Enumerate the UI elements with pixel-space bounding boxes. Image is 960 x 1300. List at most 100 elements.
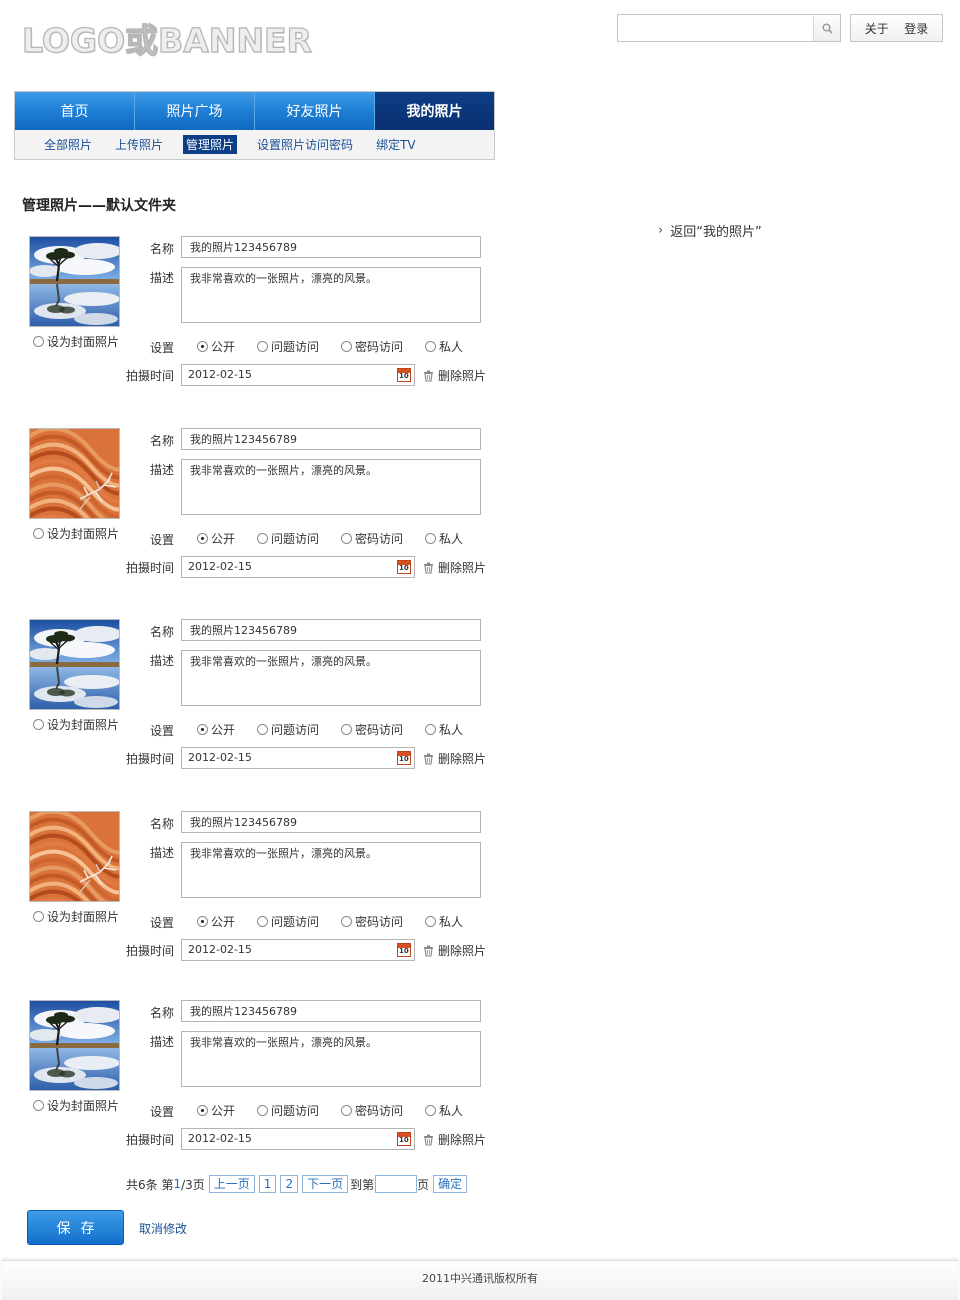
photo-thumbnail[interactable] — [29, 428, 120, 519]
visibility-public[interactable]: 公开 — [197, 721, 235, 738]
radio-question[interactable] — [257, 916, 269, 927]
subtab-manage-photos[interactable]: 管理照片 — [183, 135, 238, 154]
radio-public[interactable] — [197, 533, 208, 544]
calendar-icon[interactable]: 10 — [397, 943, 411, 957]
delete-photo-button[interactable]: 删除照片 — [423, 750, 486, 767]
radio-public[interactable] — [197, 1105, 208, 1116]
visibility-question[interactable]: 问题访问 — [257, 338, 319, 355]
visibility-password[interactable]: 密码访问 — [341, 1102, 403, 1119]
cover-radio[interactable] — [33, 911, 44, 922]
visibility-question[interactable]: 问题访问 — [257, 1102, 319, 1119]
visibility-question[interactable]: 问题访问 — [257, 721, 319, 738]
radio-question[interactable] — [257, 724, 269, 735]
cover-radio[interactable] — [33, 336, 44, 347]
photo-thumbnail[interactable] — [29, 1000, 120, 1091]
tab-home[interactable]: 首页 — [15, 92, 135, 130]
visibility-public[interactable]: 公开 — [197, 530, 235, 547]
radio-public[interactable] — [197, 341, 208, 352]
visibility-password[interactable]: 密码访问 — [341, 338, 403, 355]
calendar-icon[interactable]: 10 — [397, 1132, 411, 1146]
date-field[interactable]: 2012-02-15 10 — [181, 1128, 415, 1150]
visibility-password[interactable]: 密码访问 — [341, 530, 403, 547]
search-button[interactable] — [813, 15, 840, 41]
calendar-icon[interactable]: 10 — [397, 560, 411, 574]
delete-photo-button[interactable]: 删除照片 — [423, 942, 486, 959]
save-button[interactable]: 保存 — [27, 1210, 124, 1245]
about-link[interactable]: 关于 — [865, 20, 889, 37]
photo-desc-textarea[interactable]: 我非常喜欢的一张照片，漂亮的风景。 — [181, 1031, 481, 1087]
radio-question[interactable] — [257, 341, 269, 352]
photo-name-input[interactable] — [181, 236, 481, 258]
tab-my-photos[interactable]: 我的照片 — [375, 92, 494, 130]
delete-photo-button[interactable]: 删除照片 — [423, 1131, 486, 1148]
radio-question[interactable] — [257, 1105, 269, 1116]
photo-desc-textarea[interactable]: 我非常喜欢的一张照片，漂亮的风景。 — [181, 459, 481, 515]
goto-page-input[interactable] — [375, 1175, 418, 1193]
photo-thumbnail[interactable] — [29, 619, 120, 710]
photo-name-input[interactable] — [181, 1000, 481, 1022]
date-field[interactable]: 2012-02-15 10 — [181, 747, 415, 769]
radio-private[interactable] — [425, 724, 437, 735]
tab-friend-photos[interactable]: 好友照片 — [255, 92, 375, 130]
visibility-private[interactable]: 私人 — [425, 913, 463, 930]
visibility-private[interactable]: 私人 — [425, 1102, 463, 1119]
photo-name-input[interactable] — [181, 619, 481, 641]
delete-photo-button[interactable]: 删除照片 — [423, 559, 486, 576]
set-cover-option[interactable]: 设为封面照片 — [33, 908, 119, 925]
visibility-private[interactable]: 私人 — [425, 721, 463, 738]
page-2-button[interactable]: 2 — [280, 1175, 299, 1193]
subtab-bind-tv[interactable]: 绑定TV — [373, 135, 419, 154]
search-input[interactable] — [618, 15, 813, 41]
radio-password[interactable] — [341, 724, 353, 735]
visibility-public[interactable]: 公开 — [197, 338, 235, 355]
radio-password[interactable] — [341, 916, 353, 927]
cover-radio[interactable] — [33, 1100, 44, 1111]
photo-desc-textarea[interactable]: 我非常喜欢的一张照片，漂亮的风景。 — [181, 267, 481, 323]
subtab-access-password[interactable]: 设置照片访问密码 — [254, 135, 356, 154]
photo-desc-textarea[interactable]: 我非常喜欢的一张照片，漂亮的风景。 — [181, 650, 481, 706]
goto-confirm-button[interactable]: 确定 — [433, 1175, 468, 1193]
calendar-icon[interactable]: 10 — [397, 368, 411, 382]
tab-photo-plaza[interactable]: 照片广场 — [135, 92, 255, 130]
page-1-button[interactable]: 1 — [258, 1175, 277, 1193]
radio-password[interactable] — [341, 533, 353, 544]
photo-name-input[interactable] — [181, 811, 481, 833]
date-field[interactable]: 2012-02-15 10 — [181, 364, 415, 386]
radio-private[interactable] — [425, 1105, 437, 1116]
visibility-question[interactable]: 问题访问 — [257, 530, 319, 547]
set-cover-option[interactable]: 设为封面照片 — [33, 525, 119, 542]
delete-photo-button[interactable]: 删除照片 — [423, 367, 486, 384]
date-field[interactable]: 2012-02-15 10 — [181, 939, 415, 961]
cover-radio[interactable] — [33, 528, 44, 539]
visibility-private[interactable]: 私人 — [425, 530, 463, 547]
set-cover-option[interactable]: 设为封面照片 — [33, 716, 119, 733]
radio-password[interactable] — [341, 1105, 353, 1116]
visibility-private[interactable]: 私人 — [425, 338, 463, 355]
date-field[interactable]: 2012-02-15 10 — [181, 556, 415, 578]
radio-private[interactable] — [425, 916, 437, 927]
radio-private[interactable] — [425, 341, 437, 352]
photo-thumbnail[interactable] — [29, 236, 120, 327]
visibility-password[interactable]: 密码访问 — [341, 721, 403, 738]
next-page-button[interactable]: 下一页 — [302, 1175, 349, 1193]
radio-question[interactable] — [257, 533, 269, 544]
radio-public[interactable] — [197, 724, 208, 735]
photo-name-input[interactable] — [181, 428, 481, 450]
cover-radio[interactable] — [33, 719, 44, 730]
visibility-password[interactable]: 密码访问 — [341, 913, 403, 930]
photo-thumbnail[interactable] — [29, 811, 120, 902]
calendar-icon[interactable]: 10 — [397, 751, 411, 765]
back-to-my-photos-link[interactable]: › 返回“我的照片” — [658, 221, 762, 240]
radio-password[interactable] — [341, 341, 353, 352]
subtab-upload-photos[interactable]: 上传照片 — [112, 135, 166, 154]
photo-desc-textarea[interactable]: 我非常喜欢的一张照片，漂亮的风景。 — [181, 842, 481, 898]
radio-public[interactable] — [197, 916, 208, 927]
visibility-public[interactable]: 公开 — [197, 1102, 235, 1119]
visibility-question[interactable]: 问题访问 — [257, 913, 319, 930]
cancel-changes-link[interactable]: 取消修改 — [139, 1220, 187, 1237]
subtab-all-photos[interactable]: 全部照片 — [41, 135, 95, 154]
radio-private[interactable] — [425, 533, 437, 544]
visibility-public[interactable]: 公开 — [197, 913, 235, 930]
prev-page-button[interactable]: 上一页 — [208, 1175, 255, 1193]
login-link[interactable]: 登录 — [904, 20, 928, 37]
